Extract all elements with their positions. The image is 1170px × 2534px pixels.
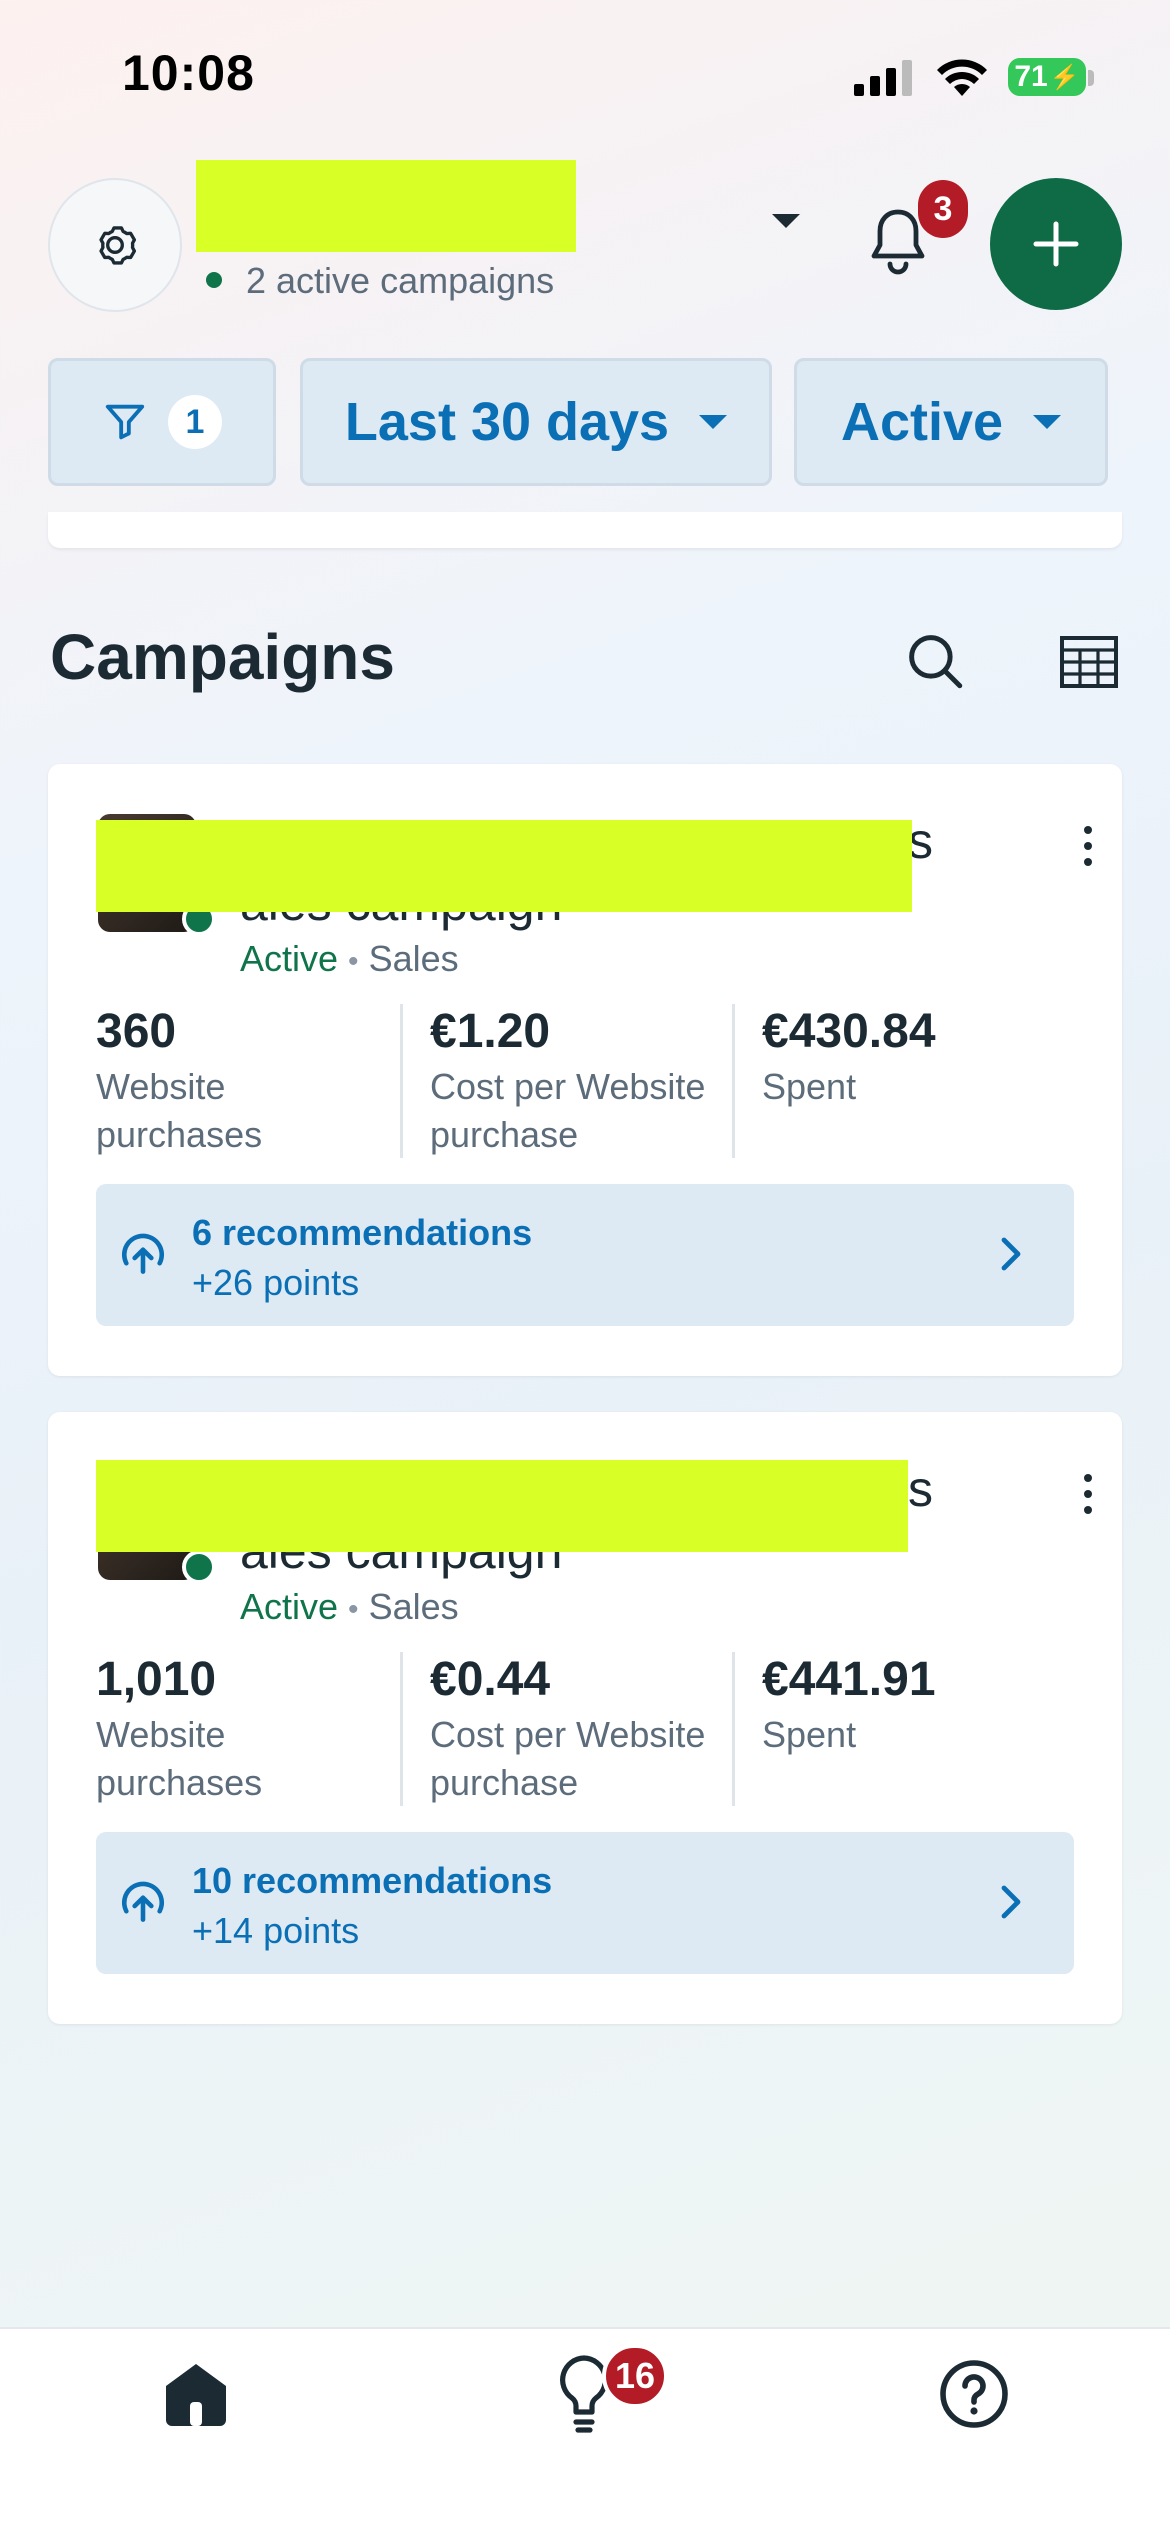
active-status-dot xyxy=(182,1550,216,1584)
campaign-status: Active xyxy=(240,938,339,979)
metric-label: Spent xyxy=(762,1714,857,1755)
metric-value: €0.44 xyxy=(430,1653,551,1706)
separator-dot: • xyxy=(348,945,359,978)
recommendations-banner[interactable]: 6 recommendations +26 points xyxy=(96,1184,1074,1326)
metric-results: 360 Website purchases xyxy=(96,1004,396,1159)
chevron-down-icon xyxy=(1033,415,1062,429)
more-options-icon[interactable] xyxy=(1084,826,1092,874)
date-range-label: Last 30 days xyxy=(344,392,670,452)
create-button[interactable] xyxy=(990,178,1122,310)
arrow-up-circle-icon xyxy=(122,1881,164,1922)
charging-bolt-icon: ⚡ xyxy=(1049,63,1080,91)
metric-label: Cost per Website purchase xyxy=(430,1714,706,1803)
campaign-metrics: 1,010 Website purchases €0.44 Cost per W… xyxy=(96,1652,1074,1812)
plus-icon xyxy=(1033,221,1079,267)
metric-divider xyxy=(732,1652,735,1806)
settings-button[interactable] xyxy=(48,178,182,312)
metric-spent: €441.91 Spent xyxy=(762,1652,1062,1759)
filter-count-badge: 1 xyxy=(168,395,222,449)
campaign-name-redacted xyxy=(96,820,912,912)
metric-spent: €430.84 Spent xyxy=(762,1004,1062,1111)
campaign-card[interactable]: ales campaign s Active•Sales 360 Website… xyxy=(48,764,1122,1376)
metric-results: 1,010 Website purchases xyxy=(96,1652,396,1807)
campaign-metrics: 360 Website purchases €1.20 Cost per Web… xyxy=(96,1004,1074,1164)
battery-cap xyxy=(1088,70,1094,86)
metric-label: Website purchases xyxy=(96,1714,263,1803)
filter-funnel-icon xyxy=(105,404,145,440)
battery-level: 71 xyxy=(1014,60,1048,93)
ideas-badge: 16 xyxy=(602,2344,668,2408)
status-filter-label: Active xyxy=(840,392,1004,452)
recommendations-title: 6 recommendations xyxy=(192,1212,533,1253)
metric-divider xyxy=(400,1004,403,1158)
search-icon[interactable] xyxy=(902,628,968,694)
metric-label: Website purchases xyxy=(96,1066,263,1155)
recommendations-banner[interactable]: 10 recommendations +14 points xyxy=(96,1832,1074,1974)
account-dropdown-caret-icon[interactable] xyxy=(772,214,800,228)
metric-value: €441.91 xyxy=(762,1653,936,1706)
metric-label: Spent xyxy=(762,1066,857,1107)
campaign-name-redacted xyxy=(96,1460,908,1552)
wifi-icon xyxy=(937,59,987,96)
metric-divider xyxy=(732,1004,735,1158)
cellular-signal-icon xyxy=(854,60,912,96)
notifications-badge: 3 xyxy=(918,180,968,238)
metric-value: 1,010 xyxy=(96,1653,217,1706)
status-dropdown[interactable]: Active xyxy=(794,358,1108,486)
campaign-objective: Sales xyxy=(368,1586,459,1627)
chevron-right-icon xyxy=(1001,1885,1021,1919)
separator-dot: • xyxy=(348,1593,359,1626)
campaign-status: Active xyxy=(240,1586,339,1627)
more-options-icon[interactable] xyxy=(1084,1474,1092,1522)
home-icon[interactable] xyxy=(160,2358,232,2430)
chevron-right-icon xyxy=(1001,1237,1021,1271)
gear-icon xyxy=(99,226,137,265)
metric-value: €430.84 xyxy=(762,1005,936,1058)
account-name-redacted[interactable] xyxy=(196,160,576,252)
battery-indicator: 71 ⚡ xyxy=(1008,58,1086,96)
campaign-card[interactable]: ales campaign s Active•Sales 1,010 Websi… xyxy=(48,1412,1122,2024)
help-icon[interactable] xyxy=(938,2358,1010,2430)
filter-button[interactable]: 1 xyxy=(48,358,276,486)
recommendations-points: +14 points xyxy=(192,1910,360,1951)
campaign-status-line: Active • Sales xyxy=(240,1586,459,1628)
status-time: 10:08 xyxy=(122,45,255,101)
campaign-name-trailing: s xyxy=(908,1461,933,1517)
table-view-icon[interactable] xyxy=(1060,636,1118,688)
date-range-dropdown[interactable]: Last 30 days xyxy=(300,358,772,486)
metric-label: Cost per Website purchase xyxy=(430,1066,706,1155)
metric-cost: €1.20 Cost per Website purchase xyxy=(430,1004,730,1159)
metric-value: €1.20 xyxy=(430,1005,551,1058)
chevron-down-icon xyxy=(699,415,728,429)
campaign-objective: Sales xyxy=(368,938,459,979)
summary-card-bottom-edge xyxy=(48,512,1122,548)
metric-divider xyxy=(400,1652,403,1806)
section-title: Campaigns xyxy=(50,621,395,693)
arrow-up-circle-icon xyxy=(122,1233,164,1274)
account-subtitle: 2 active campaigns xyxy=(246,260,555,301)
metric-cost: €0.44 Cost per Website purchase xyxy=(430,1652,730,1807)
campaign-status-line: Active • Sales xyxy=(240,938,459,980)
active-status-dot xyxy=(206,272,222,288)
metric-value: 360 xyxy=(96,1005,177,1058)
recommendations-title: 10 recommendations xyxy=(192,1860,553,1901)
recommendations-points: +26 points xyxy=(192,1262,360,1303)
